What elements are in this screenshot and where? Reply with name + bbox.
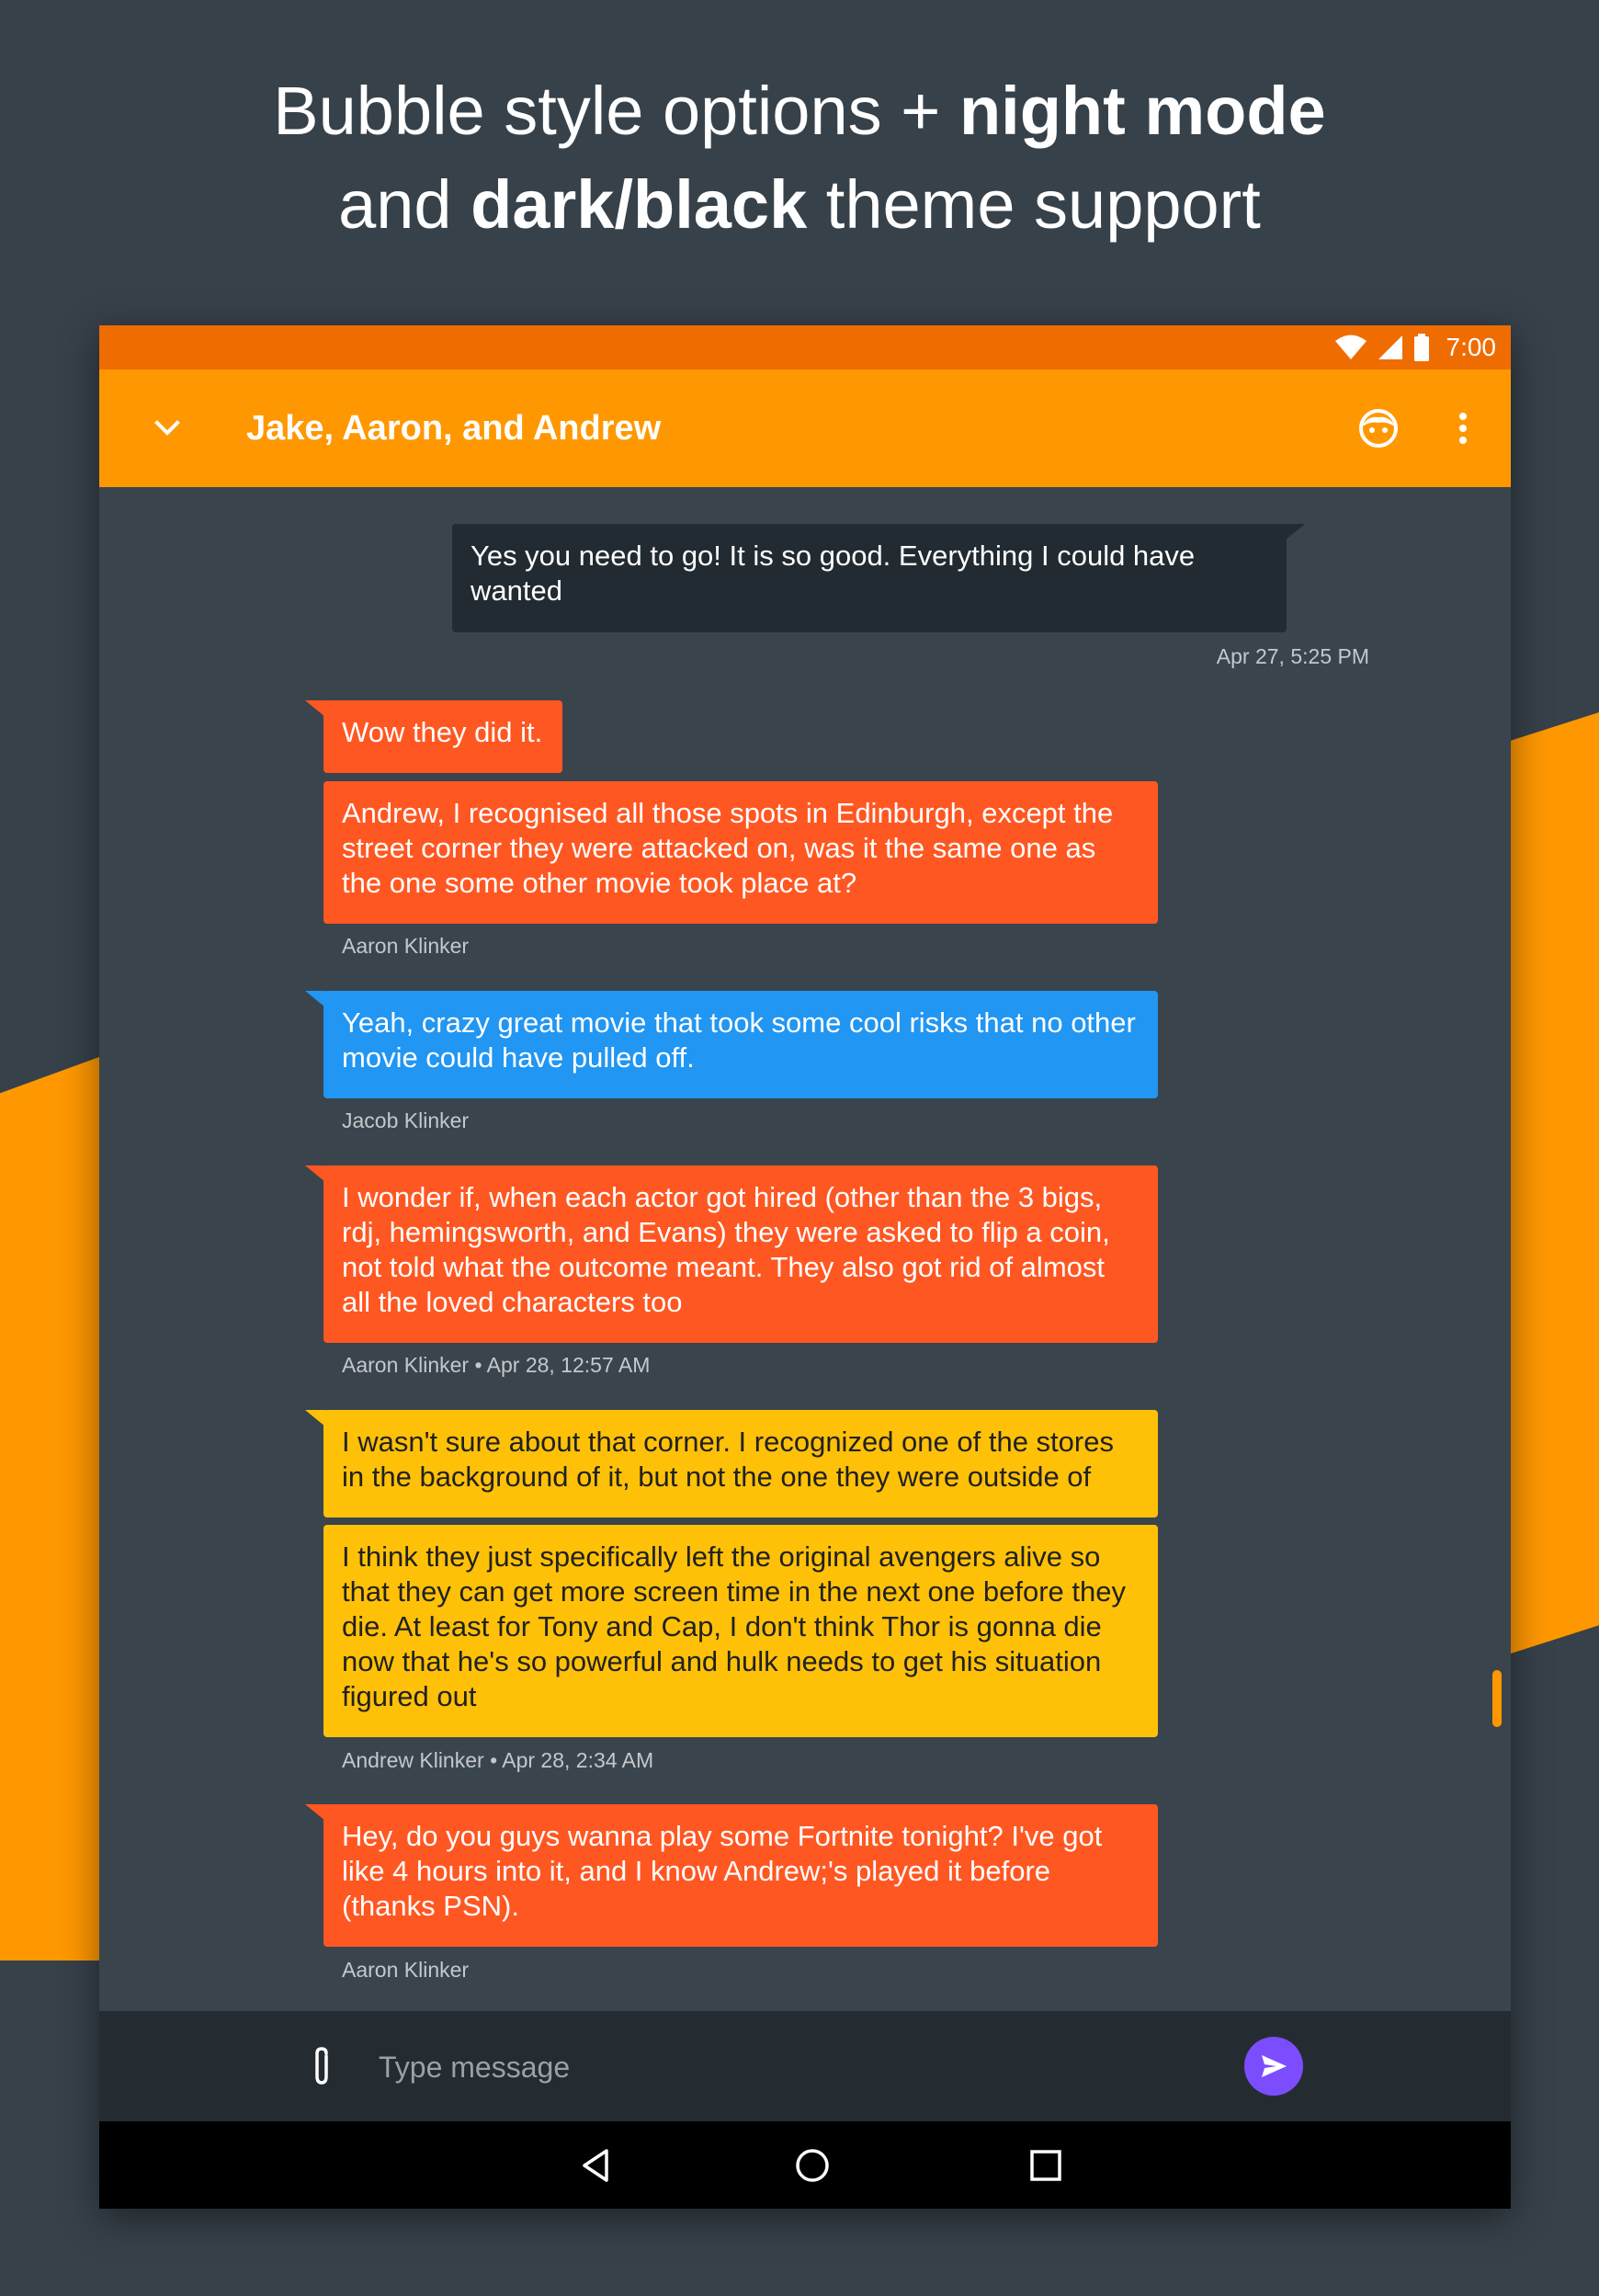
device-screen: 7:00 Jake, Aaron, and Andrew Yes you nee… (99, 325, 1511, 2209)
message-bubble-outgoing[interactable]: Yes you need to go! It is so good. Every… (452, 524, 1287, 632)
message-meta: Aaron Klinker • Apr 28, 12:57 AM (342, 1353, 651, 1377)
bubble-tail (305, 700, 325, 717)
more-vert-icon[interactable] (1441, 406, 1485, 450)
message-meta: Andrew Klinker • Apr 28, 2:34 AM (342, 1748, 654, 1772)
message-composer (99, 2011, 1511, 2121)
bubble-tail (305, 991, 325, 1007)
cell-signal-icon (1377, 335, 1404, 360)
home-icon[interactable] (787, 2140, 838, 2191)
send-icon (1262, 2055, 1287, 2077)
status-bar: 7:00 (99, 325, 1511, 369)
message-bubble-incoming[interactable]: Hey, do you guys wanna play some Fortnit… (323, 1804, 1158, 1947)
bubble-tail (1285, 524, 1305, 540)
message-bubble-incoming[interactable]: Yeah, crazy great movie that took some c… (323, 991, 1158, 1098)
message-bubble-incoming[interactable]: Andrew, I recognised all those spots in … (323, 781, 1158, 924)
conversation-list[interactable]: Yes you need to go! It is so good. Every… (99, 487, 1511, 2011)
status-time: 7:00 (1446, 333, 1497, 361)
promo-headline: Bubble style options + night mode and da… (0, 64, 1599, 252)
paperclip-icon[interactable] (300, 2044, 344, 2088)
decor-stripe-left (0, 1057, 99, 1961)
system-nav-bar (99, 2121, 1511, 2209)
message-bubble-incoming[interactable]: I wasn't sure about that corner. I recog… (323, 1410, 1158, 1517)
headline-line-1: Bubble style options + night mode (273, 73, 1326, 149)
scrollbar-thumb[interactable] (1492, 1670, 1502, 1727)
message-meta: Apr 27, 5:25 PM (1216, 644, 1369, 668)
message-meta: Aaron Klinker (342, 934, 470, 958)
message-bubble-incoming[interactable]: I wonder if, when each actor got hired (… (323, 1165, 1158, 1343)
bubble-tail (305, 1804, 325, 1821)
bubble-tail (305, 1410, 325, 1426)
promo-canvas: Bubble style options + night mode and da… (0, 0, 1599, 2296)
wifi-icon (1334, 335, 1367, 360)
back-icon[interactable] (570, 2140, 621, 2191)
message-input[interactable] (377, 2037, 1263, 2097)
message-bubble-incoming[interactable]: I think they just specifically left the … (323, 1525, 1158, 1737)
conversation-title: Jake, Aaron, and Andrew (246, 409, 662, 448)
battery-icon (1413, 334, 1430, 361)
emoji-icon[interactable] (1356, 406, 1401, 450)
chevron-down-icon[interactable] (145, 406, 189, 450)
app-bar: Jake, Aaron, and Andrew (99, 369, 1511, 487)
message-meta: Aaron Klinker (342, 1958, 470, 1982)
message-bubble-incoming[interactable]: Wow they did it. (323, 700, 562, 773)
headline-line-2: and dark/black theme support (338, 166, 1261, 243)
recents-icon[interactable] (1020, 2140, 1072, 2191)
send-button[interactable] (1244, 2037, 1303, 2096)
bubble-tail (305, 1165, 325, 1182)
decor-stripe-right (1511, 712, 1599, 1654)
message-meta: Jacob Klinker (342, 1108, 470, 1132)
